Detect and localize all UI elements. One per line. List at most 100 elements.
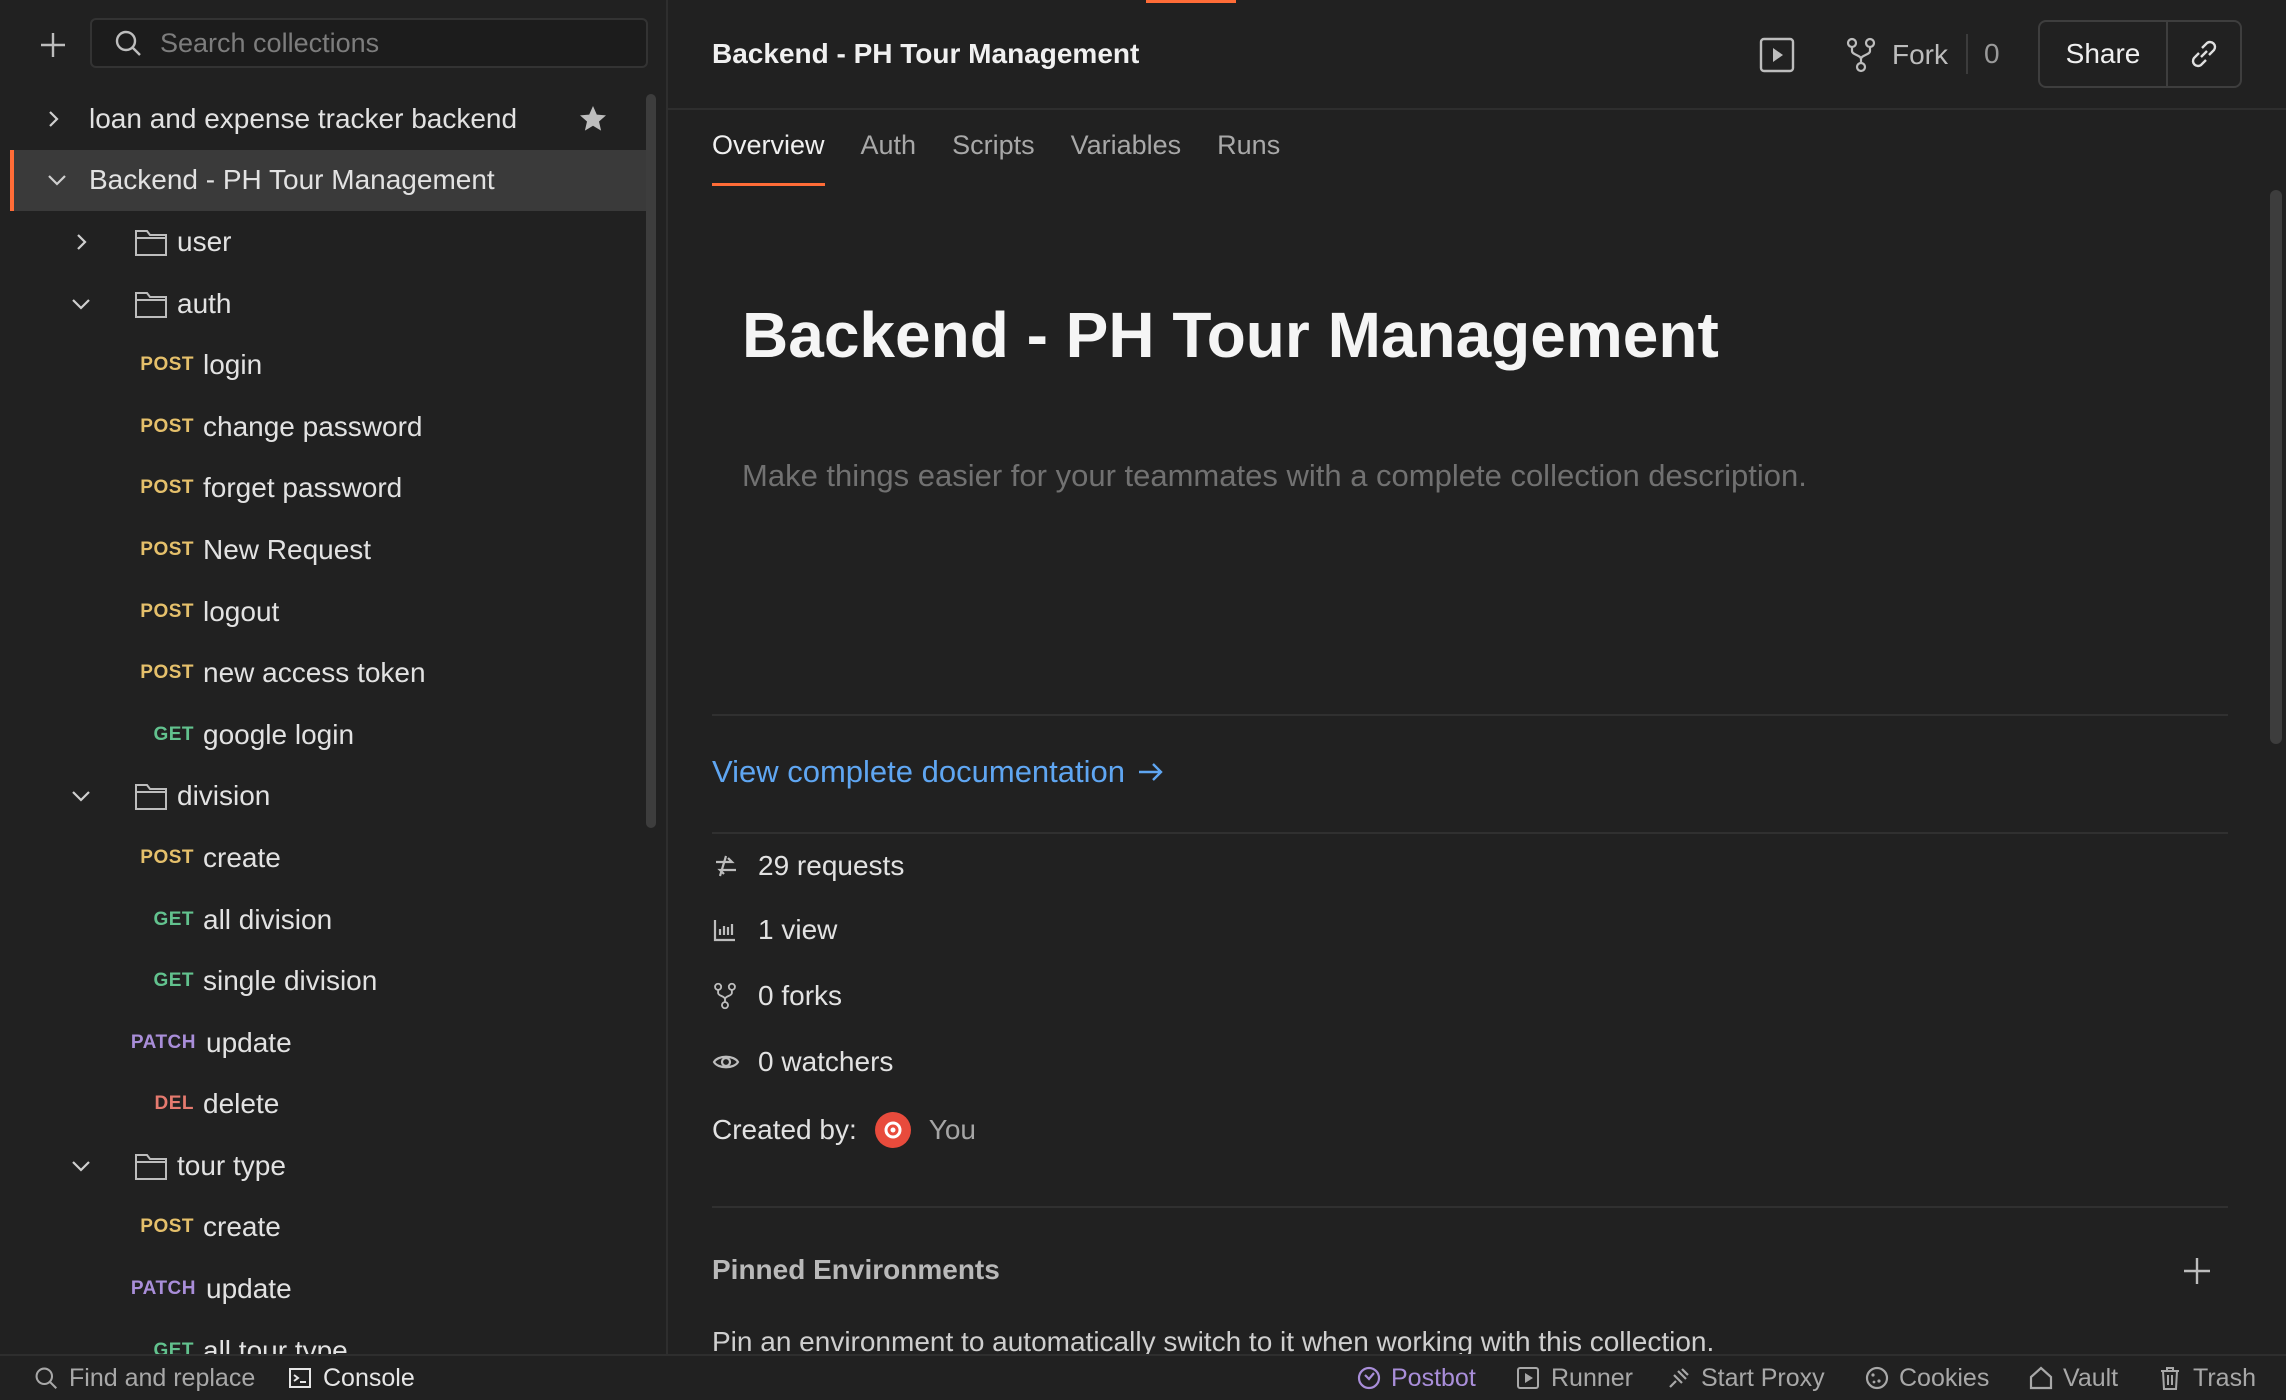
plus-icon — [41, 33, 65, 57]
plus-icon[interactable] — [2180, 1254, 2214, 1288]
postbot-button[interactable]: Postbot — [1356, 1356, 1476, 1400]
request-item[interactable]: POST login — [0, 334, 640, 396]
search-input[interactable] — [158, 26, 632, 60]
arrow-right-icon — [1139, 763, 1163, 781]
collection-item-loan[interactable]: loan and expense tracker backend — [0, 88, 640, 150]
request-item[interactable]: POST New Request — [0, 519, 640, 581]
method-badge: POST — [140, 415, 194, 437]
divider — [712, 832, 2228, 834]
tab-scripts[interactable]: Scripts — [952, 130, 1035, 186]
console-button[interactable]: Console — [288, 1356, 415, 1400]
tab-overview[interactable]: Overview — [712, 130, 825, 186]
collection-title: Backend - PH Tour Management — [712, 38, 1140, 69]
method-badge: GET — [153, 723, 194, 745]
request-label: delete — [203, 1088, 280, 1120]
created-by-user[interactable]: You — [929, 1114, 976, 1146]
request-item[interactable]: POST logout — [0, 581, 640, 643]
collection-label: loan and expense tracker backend — [89, 102, 518, 134]
fork-icon — [1846, 37, 1876, 73]
stat-watchers: 0 watchers — [712, 1046, 893, 1078]
copy-link-button[interactable] — [2168, 22, 2240, 86]
method-badge: GET — [153, 908, 194, 930]
chevron-right-icon[interactable] — [40, 106, 66, 132]
stat-requests: 29 requests — [712, 850, 904, 882]
trash-button[interactable]: Trash — [2158, 1356, 2256, 1400]
views-count: 1 view — [758, 914, 838, 945]
request-item[interactable]: GET single division — [0, 950, 640, 1012]
collections-sidebar: loan and expense tracker backend Backend… — [0, 0, 668, 1354]
search-collections-field[interactable] — [90, 18, 648, 68]
method-badge: POST — [140, 600, 194, 622]
share-button[interactable]: Share — [2040, 22, 2168, 86]
folder-item-auth[interactable]: auth — [0, 273, 640, 335]
method-badge: POST — [140, 1216, 194, 1238]
request-label: forget password — [203, 472, 403, 504]
overview-tabs: Overview Auth Scripts Variables Runs — [712, 130, 1316, 186]
chevron-down-icon[interactable] — [68, 1153, 94, 1179]
runner-label: Runner — [1551, 1363, 1633, 1392]
created-by: Created by: You — [712, 1112, 976, 1148]
doc-link-label: View complete documentation — [712, 754, 1126, 789]
request-item[interactable]: GET all tour type — [0, 1320, 640, 1354]
console-label: Console — [323, 1363, 415, 1392]
request-item[interactable]: POST new access token — [0, 642, 640, 704]
overview-title[interactable]: Backend - PH Tour Management — [742, 298, 1719, 372]
request-item[interactable]: PATCH update — [0, 1258, 640, 1320]
request-item[interactable]: GET google login — [0, 704, 640, 766]
folder-item-division[interactable]: division — [0, 766, 640, 828]
request-item[interactable]: GET all division — [0, 889, 640, 951]
sidebar-scrollbar[interactable] — [646, 94, 656, 828]
cookie-icon — [1864, 1365, 1890, 1391]
share-group: Share — [2038, 20, 2242, 88]
cookies-button[interactable]: Cookies — [1864, 1356, 1989, 1400]
main-scrollbar[interactable] — [2270, 190, 2282, 744]
request-item[interactable]: DEL delete — [0, 1074, 640, 1136]
tab-auth[interactable]: Auth — [861, 130, 917, 186]
request-label: single division — [203, 965, 378, 997]
vault-button[interactable]: Vault — [2028, 1356, 2118, 1400]
watchers-count: 0 watchers — [758, 1046, 894, 1077]
method-badge: POST — [140, 354, 194, 376]
search-icon — [114, 28, 144, 58]
method-badge: PATCH — [130, 1031, 196, 1053]
play-icon — [1516, 1365, 1542, 1391]
request-label: all tour type — [203, 1334, 348, 1354]
tab-runs[interactable]: Runs — [1217, 130, 1280, 186]
eye-icon — [712, 1047, 742, 1077]
bar-chart-icon — [712, 915, 742, 945]
postbot-label: Postbot — [1391, 1363, 1476, 1392]
request-item[interactable]: PATCH update — [0, 1012, 640, 1074]
request-item[interactable]: POST create — [0, 827, 640, 889]
request-item[interactable]: POST forget password — [0, 458, 640, 520]
folder-icon — [135, 229, 167, 256]
vault-icon — [2028, 1365, 2054, 1391]
find-replace-button[interactable]: Find and replace — [34, 1356, 255, 1400]
chevron-down-icon[interactable] — [68, 783, 94, 809]
chevron-down-icon[interactable] — [68, 291, 94, 317]
start-proxy-button[interactable]: Start Proxy — [1666, 1356, 1825, 1400]
request-item[interactable]: POST change password — [0, 396, 640, 458]
search-icon — [34, 1365, 60, 1391]
run-collection-icon[interactable] — [1758, 36, 1796, 74]
request-label: change password — [203, 410, 423, 442]
tab-variables[interactable]: Variables — [1071, 130, 1182, 186]
folder-item-user[interactable]: user — [0, 211, 640, 273]
method-badge: DEL — [154, 1093, 194, 1115]
star-icon[interactable] — [578, 104, 608, 134]
view-documentation-link[interactable]: View complete documentation — [712, 754, 1167, 790]
chevron-right-icon[interactable] — [68, 229, 94, 255]
folder-label: tour type — [177, 1149, 286, 1181]
request-label: login — [203, 349, 263, 381]
status-bar: Find and replace Console Postbot Runner … — [0, 1354, 2286, 1400]
avatar[interactable] — [874, 1112, 911, 1148]
runner-button[interactable]: Runner — [1516, 1356, 1633, 1400]
request-item[interactable]: POST create — [0, 1197, 640, 1259]
method-badge: POST — [140, 538, 194, 560]
fork-button[interactable]: Fork — [1844, 34, 1948, 76]
collection-item-ph-tour[interactable]: Backend - PH Tour Management — [10, 149, 650, 212]
folder-item-tour-type[interactable]: tour type — [0, 1135, 640, 1197]
pinned-environments-description: Pin an environment to automatically swit… — [712, 1326, 1715, 1354]
chevron-down-icon[interactable] — [44, 167, 70, 193]
description-placeholder[interactable]: Make things easier for your teammates wi… — [742, 458, 1807, 494]
new-collection-button[interactable] — [30, 22, 76, 68]
